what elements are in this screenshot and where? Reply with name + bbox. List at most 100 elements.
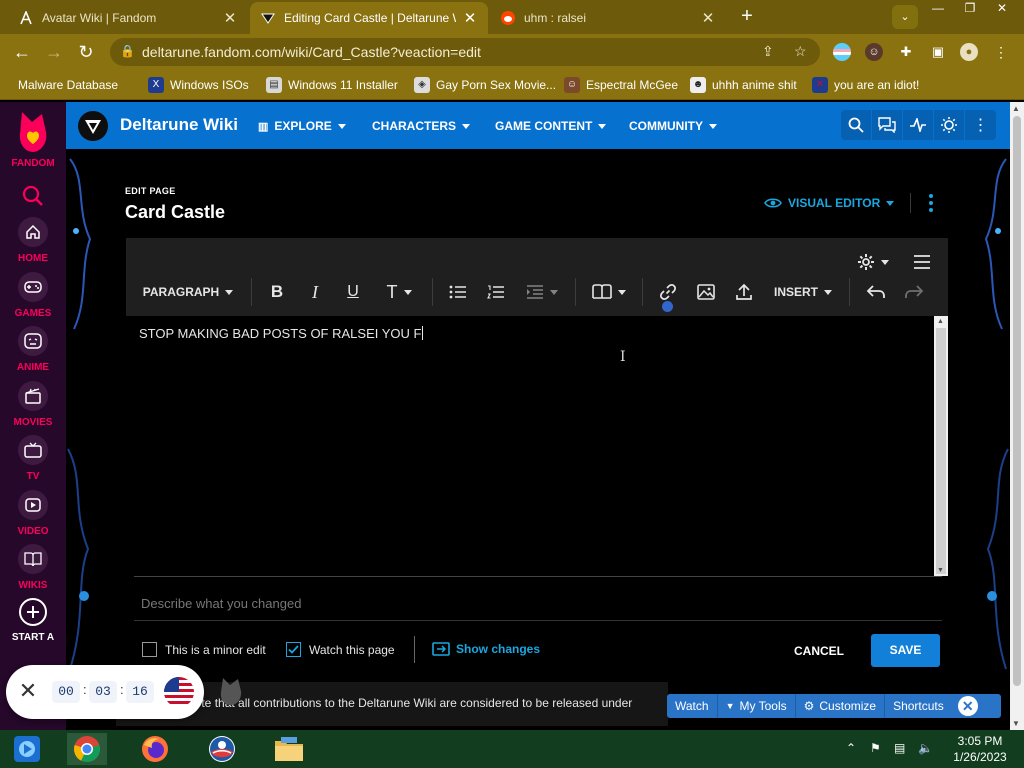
new-tab-button[interactable]: + — [734, 6, 760, 28]
editor-paragraph[interactable]: STOP MAKING BAD POSTS OF RALSEI YOU F — [139, 326, 424, 341]
page-options-button[interactable] — [856, 250, 890, 274]
watch-page-checkbox[interactable] — [286, 642, 301, 657]
scrollbar-thumb[interactable] — [1013, 116, 1021, 686]
minimize-button[interactable]: — — [922, 0, 954, 18]
minor-edit-checkbox[interactable] — [142, 642, 157, 657]
minor-edit-option[interactable]: This is a minor edit — [142, 642, 266, 657]
recent-changes-button[interactable] — [903, 110, 934, 140]
volume-icon[interactable]: 🔈 — [918, 741, 933, 755]
flag-icon[interactable]: ⚑ — [870, 741, 881, 755]
insert-dropdown[interactable]: INSERT — [770, 280, 836, 304]
bookmark-you-are-an-idiot[interactable]: ✕ you are an idiot! — [812, 76, 919, 94]
undo-button[interactable] — [864, 280, 888, 304]
nav-game-content[interactable]: GAME CONTENT — [495, 119, 607, 133]
page-actions-kebab-icon[interactable] — [924, 194, 938, 212]
indent-dropdown[interactable] — [522, 280, 562, 304]
gnav-tv[interactable]: TV — [0, 435, 66, 482]
close-icon[interactable]: ✕ — [957, 696, 978, 716]
forward-button[interactable]: → — [42, 40, 66, 64]
editor-scrollbar[interactable]: ▲ ▼ — [934, 316, 948, 576]
taskbar-clock[interactable]: 3:05 PM 1/26/2023 — [948, 733, 1012, 765]
media-player-icon[interactable] — [7, 733, 47, 765]
toolbar-my-tools[interactable]: ▼ My Tools — [718, 694, 796, 718]
gnav-movies[interactable]: MOVIES — [0, 381, 66, 428]
paragraph-format-dropdown[interactable]: PARAGRAPH — [140, 280, 236, 304]
deltarune-wiki-logo[interactable] — [78, 111, 108, 141]
back-button[interactable]: ← — [10, 40, 34, 64]
gnav-games[interactable]: GAMES — [0, 272, 66, 319]
scrollbar-thumb[interactable] — [936, 328, 946, 574]
network-icon[interactable]: ▤ — [894, 741, 905, 755]
toolbar-customize[interactable]: ⚙ Customize — [796, 694, 886, 718]
tab-search-button[interactable]: ⌄ — [892, 5, 918, 29]
save-button[interactable]: SAVE — [871, 634, 940, 667]
extension-flag-icon[interactable] — [833, 43, 851, 61]
bookmark-espectral-mcgee[interactable]: ☺ Espectral McGee — [564, 76, 678, 94]
browser-menu-icon[interactable]: ⋮ — [992, 43, 1010, 61]
gnav-wikis[interactable]: WIKIS — [0, 544, 66, 591]
close-window-button[interactable]: ✕ — [986, 0, 1018, 18]
gnav-start-a-wiki[interactable]: START A — [0, 598, 66, 643]
tab-editing-card-castle[interactable]: Editing Card Castle | Deltarune W ✕ — [250, 2, 488, 34]
editor-mode-switch[interactable]: VISUAL EDITOR — [764, 196, 895, 210]
gnav-home[interactable]: HOME — [0, 217, 66, 264]
italic-button[interactable]: I — [303, 280, 327, 304]
cancel-button[interactable]: CANCEL — [784, 636, 854, 666]
discussions-button[interactable] — [872, 110, 903, 140]
gnav-anime[interactable]: ANIME — [0, 326, 66, 373]
show-changes-button[interactable]: Show changes — [432, 642, 540, 656]
toolbar-shortcuts[interactable]: Shortcuts — [885, 694, 952, 718]
gnav-video[interactable]: VIDEO — [0, 490, 66, 537]
scroll-up-icon[interactable]: ▲ — [1012, 104, 1020, 113]
profile-avatar-icon[interactable]: ● — [960, 43, 978, 61]
close-tab-icon[interactable]: ✕ — [222, 9, 238, 27]
page-scrollbar[interactable]: ▲ ▼ — [1010, 102, 1024, 732]
wiki-name[interactable]: Deltarune Wiki — [120, 115, 238, 135]
obama-app-icon[interactable] — [202, 733, 242, 765]
tab-reddit-ralsei[interactable]: uhm : ralsei ✕ — [490, 2, 726, 34]
restore-button[interactable]: ❐ — [954, 0, 986, 18]
insert-image-button[interactable] — [694, 280, 718, 304]
scroll-down-icon[interactable]: ▼ — [1012, 719, 1020, 728]
fandom-logo[interactable]: FANDOM — [0, 110, 66, 169]
bookmark-site[interactable]: ◈ Gay Porn Sex Movie... — [414, 76, 556, 94]
editor-content-area[interactable]: STOP MAKING BAD POSTS OF RALSEI YOU F — [126, 316, 934, 576]
nav-community[interactable]: COMMUNITY — [629, 119, 717, 133]
toolbar-watch[interactable]: Watch — [667, 694, 718, 718]
file-explorer-icon[interactable] — [269, 733, 309, 765]
cite-dropdown[interactable] — [589, 280, 629, 304]
bold-button[interactable]: B — [265, 280, 289, 304]
close-tab-icon[interactable]: ✕ — [700, 9, 716, 27]
bookmark-windows-11-installer[interactable]: ▤ Windows 11 Installer — [266, 76, 398, 94]
fandom-search[interactable] — [0, 185, 66, 212]
show-hidden-icons-icon[interactable]: ⌃ — [846, 741, 856, 755]
underline-button[interactable]: U — [341, 280, 365, 304]
numbered-list-button[interactable] — [484, 280, 508, 304]
more-tools-button[interactable]: ⋮ — [965, 110, 996, 140]
nav-characters[interactable]: CHARACTERS — [372, 119, 470, 133]
us-flag-icon[interactable] — [164, 677, 194, 707]
firefox-icon[interactable] — [135, 733, 175, 765]
bookmark-anime[interactable]: ☻ uhhh anime shit — [690, 76, 797, 94]
bookmark-windows-isos[interactable]: X Windows ISOs — [148, 76, 249, 94]
extension-avatar-icon[interactable]: ☺ — [865, 43, 883, 61]
side-panel-icon[interactable]: ▣ — [929, 43, 947, 61]
text-style-dropdown[interactable]: T — [379, 280, 419, 304]
scroll-down-icon[interactable]: ▼ — [937, 567, 944, 574]
close-icon[interactable]: ✕ — [18, 680, 38, 702]
watch-page-option[interactable]: Watch this page — [286, 642, 395, 657]
bookmark-star-icon[interactable]: ☆ — [794, 43, 807, 60]
theme-toggle-button[interactable] — [934, 110, 965, 140]
search-button[interactable] — [841, 110, 872, 140]
redo-button[interactable] — [902, 280, 926, 304]
tab-avatar-wiki[interactable]: Avatar Wiki | Fandom ✕ — [8, 2, 248, 34]
share-icon[interactable]: ⇪ — [762, 43, 774, 60]
close-tab-icon[interactable]: ✕ — [462, 9, 478, 27]
upload-button[interactable] — [732, 280, 756, 304]
reload-button[interactable]: ↻ — [74, 40, 98, 64]
bookmark-malware-database[interactable]: Malware Database — [18, 76, 118, 94]
edit-summary-input[interactable] — [134, 587, 942, 619]
address-bar[interactable]: 🔒 deltarune.fandom.com/wiki/Card_Castle?… — [110, 38, 820, 66]
extensions-puzzle-icon[interactable]: ✚ — [897, 43, 915, 61]
scroll-up-icon[interactable]: ▲ — [937, 318, 944, 325]
